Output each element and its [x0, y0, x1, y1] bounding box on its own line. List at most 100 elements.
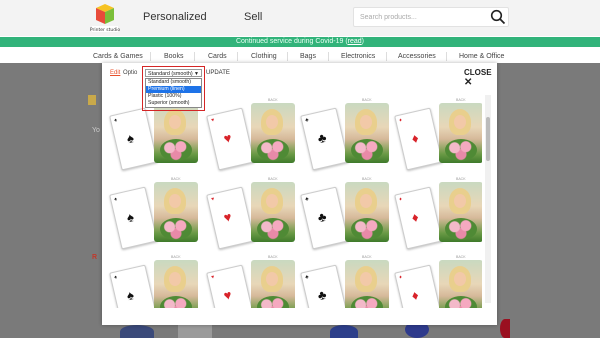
card-back-photo[interactable] [154, 182, 198, 242]
photo-face [454, 115, 466, 129]
club-icon: ♣ [316, 286, 328, 304]
photo-face [169, 115, 181, 129]
close-label: CLOSE [464, 68, 492, 77]
photo-flowers [257, 218, 289, 240]
diamond-icon: ♦ [410, 209, 420, 226]
photo-flowers [351, 218, 383, 240]
search-input[interactable]: Search products... [353, 7, 509, 27]
covid-read-link[interactable]: read [348, 38, 362, 45]
card-face-heart[interactable]: ♥ ♥ [206, 264, 255, 308]
background-product [120, 325, 154, 338]
background-text: Yo [92, 127, 100, 134]
cat-cards[interactable]: Cards [208, 53, 227, 60]
cat-divider [194, 52, 195, 61]
cat-books[interactable]: Books [164, 53, 183, 60]
search-icon[interactable] [490, 9, 506, 25]
card-back-photo[interactable] [439, 182, 482, 242]
diamond-icon: ♦ [410, 130, 420, 147]
background-text: R [92, 254, 98, 261]
card-corner-suit: ♥ [210, 196, 215, 203]
dropdown-option-standard[interactable]: Standard (smooth) [146, 79, 201, 86]
card-corner-suit: ♣ [304, 117, 310, 124]
close-button[interactable]: CLOSE ✕ [464, 68, 497, 88]
card-face-spade[interactable]: ♠ ♠ [109, 264, 158, 308]
cat-divider [150, 52, 151, 61]
printer-studio-logo[interactable]: Printer studio [90, 2, 120, 34]
card-back-label: BACK [456, 98, 466, 102]
card-preview-modal: Edit Optio Standard (smooth) ▼ UPDATE CL… [102, 63, 497, 325]
card-back-label: BACK [268, 177, 278, 181]
card-face-diamond[interactable]: ♦ ♦ [394, 107, 443, 171]
heart-icon: ♥ [222, 286, 234, 304]
card-back-photo[interactable] [154, 103, 198, 163]
photo-flowers [160, 218, 192, 240]
update-button[interactable]: UPDATE [206, 70, 230, 76]
photo-flowers [160, 296, 192, 308]
cat-divider [328, 52, 329, 61]
card-back-label: BACK [268, 255, 278, 259]
photo-face [169, 272, 181, 286]
card-face-spade[interactable]: ♠ ♠ [109, 107, 158, 171]
card-back-photo[interactable] [251, 103, 295, 163]
dropdown-option-superior[interactable]: Superior (smooth) [146, 100, 201, 107]
club-icon: ♣ [316, 129, 328, 147]
photo-flowers [257, 139, 289, 161]
edit-link[interactable]: Edit [110, 70, 120, 76]
nav-sell[interactable]: Sell [244, 11, 262, 23]
svg-text:Printer studio: Printer studio [90, 27, 120, 33]
card-corner-suit: ♣ [304, 274, 310, 281]
scrollbar-thumb[interactable] [486, 117, 490, 161]
card-corner-suit: ♣ [304, 196, 310, 203]
background-swatch [88, 95, 96, 105]
card-face-spade[interactable]: ♠ ♠ [109, 186, 158, 250]
card-back-photo[interactable] [345, 182, 389, 242]
covid-banner-end: ) [361, 38, 365, 45]
close-icon: ✕ [464, 77, 473, 88]
card-corner-suit: ♠ [113, 117, 118, 124]
card-back-photo[interactable] [439, 260, 482, 308]
card-back-photo[interactable] [251, 260, 295, 308]
modal-scrollbar[interactable] [485, 95, 491, 303]
photo-face [454, 194, 466, 208]
category-nav: Cards & Games Books Cards Clothing Bags … [0, 50, 600, 63]
card-back-label: BACK [362, 255, 372, 259]
card-face-heart[interactable]: ♥ ♥ [206, 186, 255, 250]
dropdown-option-plastic[interactable]: Plastic (100%) [146, 93, 201, 100]
dropdown-option-premium[interactable]: Premium (linen) [146, 86, 201, 93]
cat-electronics[interactable]: Electronics [341, 53, 375, 60]
card-back-photo[interactable] [154, 260, 198, 308]
photo-face [360, 194, 372, 208]
card-face-diamond[interactable]: ♦ ♦ [394, 264, 443, 308]
cat-home-office[interactable]: Home & Office [459, 53, 504, 60]
card-corner-suit: ♠ [113, 274, 118, 281]
cat-cards-games[interactable]: Cards & Games [93, 53, 143, 60]
card-face-diamond[interactable]: ♦ ♦ [394, 186, 443, 250]
card-face-club[interactable]: ♣ ♣ [300, 186, 349, 250]
card-face-club[interactable]: ♣ ♣ [300, 264, 349, 308]
cat-clothing[interactable]: Clothing [251, 53, 277, 60]
card-stock-dropdown[interactable]: Standard (smooth) Premium (linen) Plasti… [145, 78, 202, 108]
site-header: Printer studio Personalized Sell Search … [0, 0, 600, 36]
covid-banner: Continued service during Covid-19 (read) [0, 37, 600, 47]
nav-personalized[interactable]: Personalized [143, 11, 207, 23]
card-face-club[interactable]: ♣ ♣ [300, 107, 349, 171]
cat-accessories[interactable]: Accessories [398, 53, 436, 60]
photo-face [360, 115, 372, 129]
photo-face [454, 272, 466, 286]
photo-flowers [445, 296, 477, 308]
card-back-label: BACK [171, 177, 181, 181]
card-back-label: BACK [268, 98, 278, 102]
card-back-label: BACK [362, 177, 372, 181]
card-face-heart[interactable]: ♥ ♥ [206, 107, 255, 171]
spade-icon: ♠ [125, 287, 136, 304]
card-back-photo[interactable] [251, 182, 295, 242]
diamond-icon: ♦ [410, 287, 420, 304]
card-back-photo[interactable] [439, 103, 482, 163]
card-back-photo[interactable] [345, 260, 389, 308]
card-corner-suit: ♦ [398, 196, 403, 203]
cat-bags[interactable]: Bags [300, 53, 316, 60]
card-back-photo[interactable] [345, 103, 389, 163]
photo-flowers [257, 296, 289, 308]
club-icon: ♣ [316, 208, 328, 226]
background-product [330, 325, 358, 338]
